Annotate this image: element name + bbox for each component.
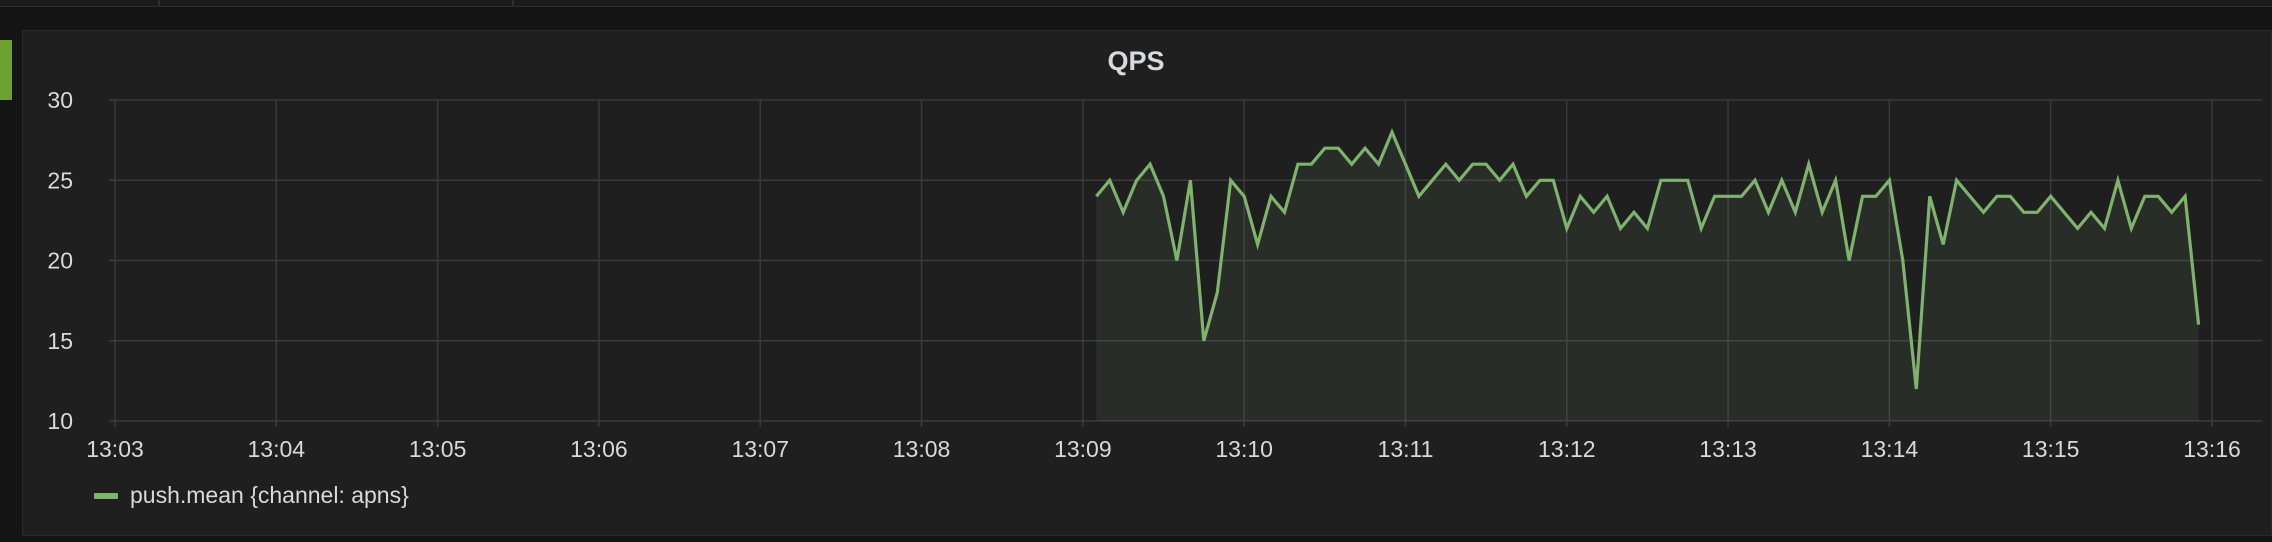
x-tick-label: 13:14	[1861, 436, 1919, 462]
y-tick-label: 20	[47, 248, 73, 274]
x-tick-label: 13:11	[1378, 436, 1434, 462]
x-tick-label: 13:10	[1215, 436, 1273, 462]
series-area	[1096, 132, 2199, 421]
x-axis-ticks: 13:03 13:04 13:05 13:06 13:07 13:08 13:09 13:10…	[86, 436, 2241, 462]
y-tick-label: 30	[47, 87, 73, 113]
series-area-fill	[1096, 132, 2199, 421]
x-tick-label: 13:06	[570, 436, 628, 462]
x-tick-label: 13:04	[248, 436, 306, 462]
x-tick-label: 13:16	[2183, 436, 2241, 462]
x-tick-label: 13:15	[2022, 436, 2080, 462]
x-tick-label: 13:07	[731, 436, 789, 462]
x-tick-label: 13:03	[86, 436, 144, 462]
y-tick-label: 10	[47, 408, 73, 434]
y-axis-ticks: 10 15 20 25 30	[47, 87, 73, 434]
x-tick-label: 13:05	[409, 436, 467, 462]
legend-label[interactable]: push.mean {channel: apns}	[130, 482, 409, 509]
x-tick-label: 13:09	[1054, 436, 1112, 462]
x-tick-label: 13:13	[1699, 436, 1757, 462]
legend[interactable]: push.mean {channel: apns}	[94, 482, 409, 509]
y-tick-label: 15	[47, 328, 73, 354]
x-tick-label: 13:08	[893, 436, 951, 462]
legend-swatch	[94, 492, 118, 499]
x-tick-label: 13:12	[1538, 436, 1596, 462]
qps-chart: 1015202530 13:03 13:04 13:05 13:06 13:07 13:0…	[47, 87, 2262, 462]
y-tick-label: 25	[47, 167, 73, 193]
